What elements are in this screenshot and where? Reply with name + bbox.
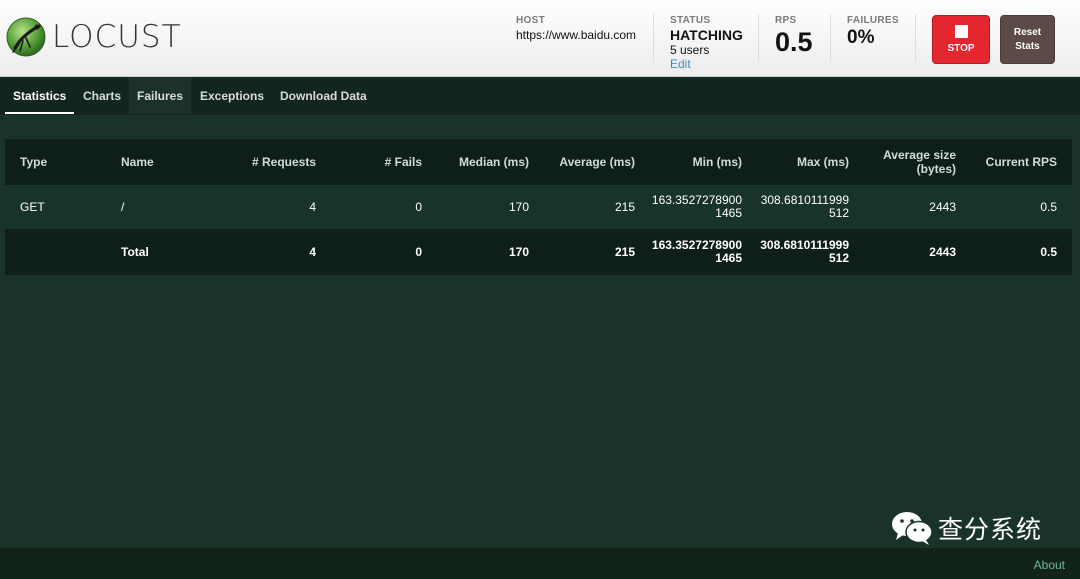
rps-label: RPS xyxy=(775,15,797,26)
total-fails: 0 xyxy=(415,245,422,259)
cell-type: GET xyxy=(20,200,45,214)
divider xyxy=(830,14,831,62)
total-requests: 4 xyxy=(309,245,316,259)
total-average: 215 xyxy=(614,245,635,259)
tab-charts[interactable]: Charts xyxy=(75,77,129,114)
statistics-table: Type Name # Requests # Fails Median (ms)… xyxy=(5,139,1072,275)
tab-bar: Statistics Charts Failures Exceptions Do… xyxy=(0,77,1080,115)
rps-stat: RPS 0.5 xyxy=(775,15,813,56)
logo: LOCUST xyxy=(6,17,182,57)
user-count: 5 users xyxy=(670,43,710,57)
edit-link[interactable]: Edit xyxy=(670,57,743,71)
cell-median: 170 xyxy=(508,200,529,214)
total-min: 163.3527278900 1465 xyxy=(645,229,742,275)
stop-button[interactable]: STOP xyxy=(932,15,990,64)
wechat-icon xyxy=(892,512,933,545)
tab-exceptions[interactable]: Exceptions xyxy=(192,77,272,114)
watermark: 查分系统 xyxy=(890,510,1042,546)
header: LOCUST HOST https://www.baidu.com STATUS… xyxy=(0,0,1080,77)
tab-download-data[interactable]: Download Data xyxy=(272,77,375,114)
cell-min-line2: 1465 xyxy=(715,206,742,220)
reset-label-line2: Stats xyxy=(1015,40,1040,52)
divider xyxy=(915,14,916,62)
col-name[interactable]: Name xyxy=(121,139,154,185)
reset-stats-button[interactable]: Reset Stats xyxy=(1000,15,1055,64)
reset-label-line1: Reset xyxy=(1013,26,1042,38)
col-average[interactable]: Average (ms) xyxy=(535,139,635,185)
tab-failures[interactable]: Failures xyxy=(129,77,192,114)
table-row: GET / 4 0 170 215 163.3527278900 1465 308… xyxy=(5,185,1072,229)
total-median: 170 xyxy=(508,245,529,259)
about-link[interactable]: About xyxy=(1034,558,1065,572)
col-type[interactable]: Type xyxy=(20,139,47,185)
col-fails[interactable]: # Fails xyxy=(335,139,422,185)
footer: About xyxy=(0,548,1080,579)
cell-fails: 0 xyxy=(415,200,422,214)
divider xyxy=(758,14,759,62)
watermark-text: 查分系统 xyxy=(938,515,1043,544)
status-value: HATCHING xyxy=(670,27,743,43)
status-stat: STATUS HATCHING 5 users Edit xyxy=(670,15,743,71)
cell-min: 163.3527278900 1465 xyxy=(645,185,742,229)
logo-text: LOCUST xyxy=(52,19,182,55)
col-current-rps[interactable]: Current RPS xyxy=(965,139,1057,185)
host-label: HOST xyxy=(516,15,545,26)
cell-current-rps: 0.5 xyxy=(1040,200,1057,214)
stop-icon xyxy=(954,25,968,38)
col-median[interactable]: Median (ms) xyxy=(435,139,529,185)
cell-requests: 4 xyxy=(309,200,316,214)
stop-label: STOP xyxy=(947,43,975,54)
cell-average: 215 xyxy=(614,200,635,214)
tab-statistics[interactable]: Statistics xyxy=(5,77,75,114)
total-avg-size: 2443 xyxy=(929,245,956,259)
divider xyxy=(653,14,654,62)
total-max-line2: 512 xyxy=(828,251,849,265)
col-avg-size[interactable]: Average size (bytes) xyxy=(865,139,956,185)
cell-avg-size: 2443 xyxy=(929,200,956,214)
table-header-row: Type Name # Requests # Fails Median (ms)… xyxy=(5,139,1072,185)
col-requests[interactable]: # Requests xyxy=(215,139,316,185)
rps-value: 0.5 xyxy=(775,27,813,57)
col-min[interactable]: Min (ms) xyxy=(645,139,742,185)
failures-value: 0% xyxy=(847,27,875,48)
host-value: https://www.baidu.com xyxy=(516,28,637,42)
cell-max-line2: 512 xyxy=(828,206,849,220)
status-label: STATUS xyxy=(670,15,711,26)
total-current-rps: 0.5 xyxy=(1040,245,1057,259)
total-max: 308.6810111999 512 xyxy=(750,229,849,275)
total-min-line2: 1465 xyxy=(715,251,742,265)
total-label: Total xyxy=(121,245,149,259)
table-total-row: Total 4 0 170 215 163.3527278900 1465 308… xyxy=(5,229,1072,275)
col-max[interactable]: Max (ms) xyxy=(750,139,849,185)
locust-logo-icon xyxy=(6,17,46,57)
failures-stat: FAILURES 0% xyxy=(847,15,899,49)
host-stat: HOST https://www.baidu.com xyxy=(516,15,636,42)
failures-label: FAILURES xyxy=(847,15,899,26)
cell-name: / xyxy=(121,200,125,214)
cell-max: 308.6810111999 512 xyxy=(750,185,849,229)
